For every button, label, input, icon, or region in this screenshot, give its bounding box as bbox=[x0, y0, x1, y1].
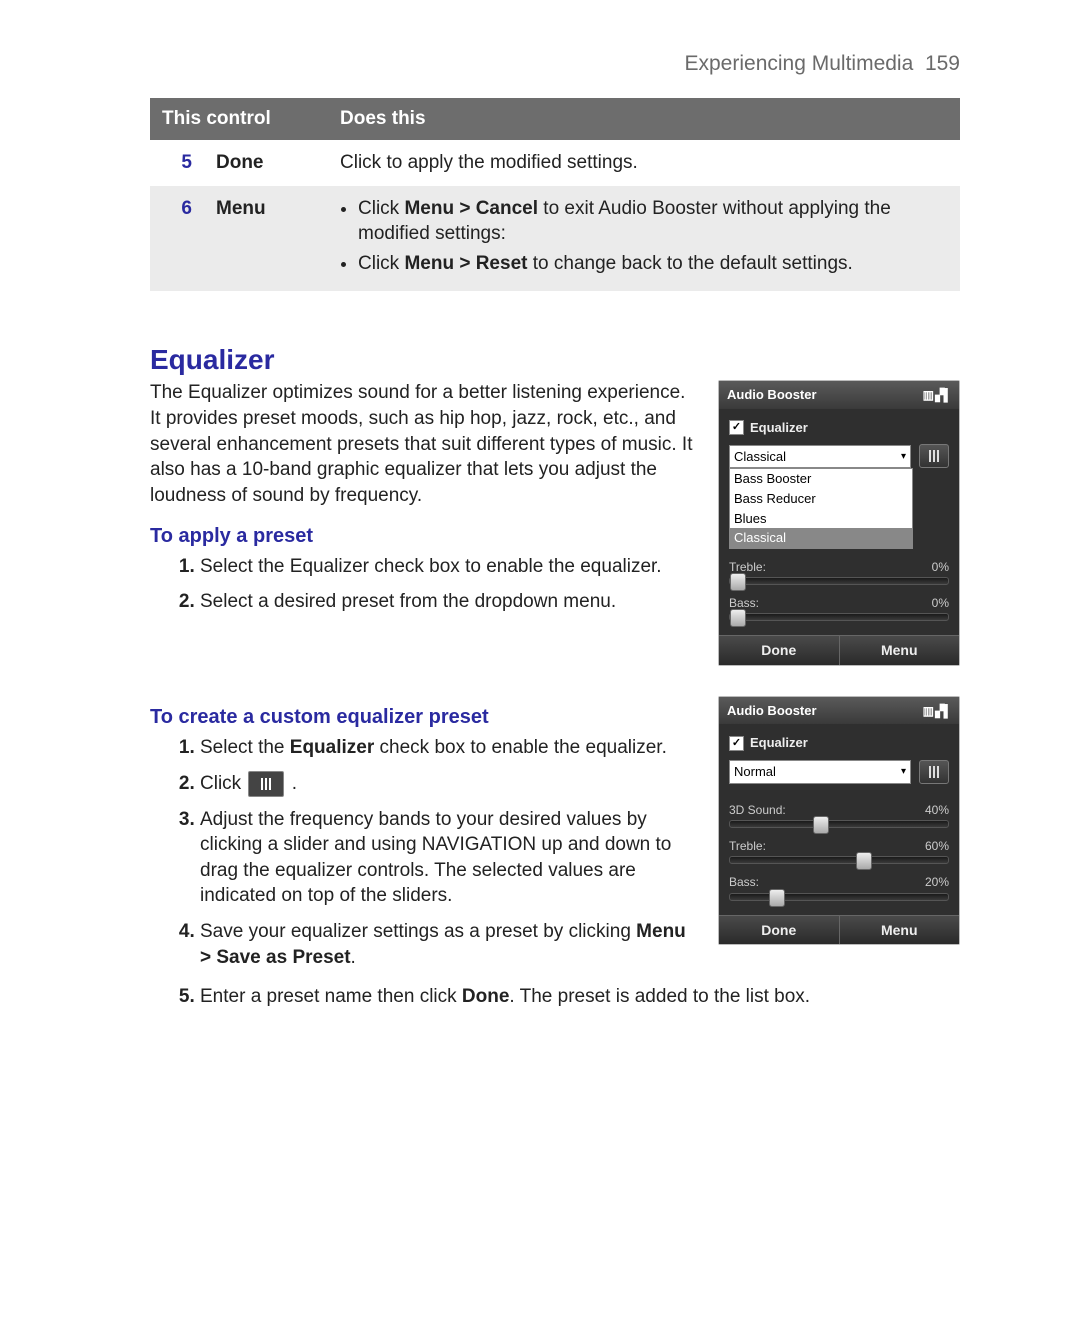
preset-option[interactable]: Bass Reducer bbox=[730, 489, 912, 509]
page-number: 159 bbox=[925, 52, 960, 75]
controls-table: This control Does this 5 Done Click to a… bbox=[150, 98, 960, 290]
row-num: 5 bbox=[150, 140, 204, 186]
preset-option-selected[interactable]: Classical bbox=[730, 528, 912, 548]
chevron-down-icon: ▾ bbox=[901, 450, 906, 464]
status-icons: ▥ ▞▌ bbox=[923, 387, 951, 403]
bass-value: 0% bbox=[932, 595, 949, 611]
step: Select a desired preset from the dropdow… bbox=[200, 589, 698, 615]
screenshot-audio-booster-sliders: Audio Booster ▥ ▞▌ ✓ Equalizer Normal ▾ bbox=[718, 696, 960, 946]
bass-label: Bass: bbox=[729, 874, 759, 890]
checkbox-label: Equalizer bbox=[750, 419, 808, 437]
bullet: Click Menu > Cancel to exit Audio Booste… bbox=[358, 196, 948, 247]
window-titlebar: Audio Booster ▥ ▞▌ bbox=[719, 697, 959, 725]
step: Enter a preset name then click Done. The… bbox=[200, 984, 960, 1010]
menu-softkey[interactable]: Menu bbox=[839, 636, 960, 665]
window-title: Audio Booster bbox=[727, 386, 817, 404]
bass-slider[interactable] bbox=[729, 613, 949, 621]
done-softkey[interactable]: Done bbox=[719, 636, 839, 665]
bullet: Click Menu > Reset to change back to the… bbox=[358, 251, 948, 277]
slider-thumb[interactable] bbox=[730, 609, 746, 627]
subtitle-apply-preset: To apply a preset bbox=[150, 523, 698, 550]
step: Select the Equalizer check box to enable… bbox=[200, 554, 698, 580]
done-softkey[interactable]: Done bbox=[719, 916, 839, 945]
preset-option[interactable]: Bass Booster bbox=[730, 469, 912, 489]
equalizer-sliders-icon bbox=[927, 450, 941, 462]
treble-value: 0% bbox=[932, 559, 949, 575]
bass-value: 20% bbox=[925, 874, 949, 890]
row-name: Menu bbox=[204, 186, 328, 291]
section-title-equalizer: Equalizer bbox=[150, 341, 960, 379]
treble-label: Treble: bbox=[729, 838, 766, 854]
sound3d-value: 40% bbox=[925, 802, 949, 818]
menu-softkey[interactable]: Menu bbox=[839, 916, 960, 945]
step: Save your equalizer settings as a preset… bbox=[200, 919, 698, 970]
equalizer-editor-button[interactable] bbox=[919, 444, 949, 468]
equalizer-intro: The Equalizer optimizes sound for a bett… bbox=[150, 380, 698, 508]
row-num: 6 bbox=[150, 186, 204, 291]
treble-slider[interactable] bbox=[729, 577, 949, 585]
page-header: Experiencing Multimedia 159 bbox=[150, 50, 960, 78]
th-does: Does this bbox=[328, 98, 960, 140]
row-desc: Click Menu > Cancel to exit Audio Booste… bbox=[328, 186, 960, 291]
preset-dropdown-list[interactable]: Bass Booster Bass Reducer Blues Classica… bbox=[729, 468, 913, 548]
window-titlebar: Audio Booster ▥ ▞▌ bbox=[719, 381, 959, 409]
bass-slider[interactable] bbox=[729, 893, 949, 901]
row-name: Done bbox=[204, 140, 328, 186]
status-icons: ▥ ▞▌ bbox=[923, 703, 951, 719]
chapter-title: Experiencing Multimedia bbox=[685, 52, 914, 75]
equalizer-checkbox[interactable]: ✓ Equalizer bbox=[729, 734, 949, 752]
sound3d-slider[interactable] bbox=[729, 820, 949, 828]
table-row: 5 Done Click to apply the modified setti… bbox=[150, 140, 960, 186]
row-desc: Click to apply the modified settings. bbox=[328, 140, 960, 186]
treble-slider[interactable] bbox=[729, 856, 949, 864]
preset-selected: Normal bbox=[734, 763, 776, 781]
table-row: 6 Menu Click Menu > Cancel to exit Audio… bbox=[150, 186, 960, 291]
custom-steps-cont: Enter a preset name then click Done. The… bbox=[150, 984, 960, 1010]
equalizer-sliders-icon bbox=[927, 766, 941, 778]
screenshot-audio-booster-presets: Audio Booster ▥ ▞▌ ✓ Equalizer Classical… bbox=[718, 380, 960, 666]
th-control: This control bbox=[150, 98, 328, 140]
treble-value: 60% bbox=[925, 838, 949, 854]
equalizer-sliders-icon bbox=[248, 771, 284, 797]
preset-dropdown[interactable]: Classical ▾ bbox=[729, 445, 911, 469]
preset-option[interactable]: Blues bbox=[730, 509, 912, 529]
sound3d-label: 3D Sound: bbox=[729, 802, 786, 818]
equalizer-checkbox[interactable]: ✓ Equalizer bbox=[729, 419, 949, 437]
checkbox-label: Equalizer bbox=[750, 734, 808, 752]
equalizer-editor-button[interactable] bbox=[919, 760, 949, 784]
step: Select the Equalizer check box to enable… bbox=[200, 735, 698, 761]
checkbox-icon: ✓ bbox=[729, 736, 744, 751]
apply-steps: Select the Equalizer check box to enable… bbox=[150, 554, 698, 615]
custom-steps: Select the Equalizer check box to enable… bbox=[150, 735, 698, 970]
chevron-down-icon: ▾ bbox=[901, 765, 906, 779]
slider-thumb[interactable] bbox=[730, 573, 746, 591]
step: Click . bbox=[200, 771, 698, 797]
window-title: Audio Booster bbox=[727, 702, 817, 720]
slider-thumb[interactable] bbox=[813, 816, 829, 834]
step: Adjust the frequency bands to your desir… bbox=[200, 807, 698, 910]
slider-thumb[interactable] bbox=[856, 852, 872, 870]
preset-selected: Classical bbox=[734, 448, 786, 466]
preset-dropdown[interactable]: Normal ▾ bbox=[729, 760, 911, 784]
subtitle-custom-preset: To create a custom equalizer preset bbox=[150, 704, 698, 731]
slider-thumb[interactable] bbox=[769, 889, 785, 907]
checkbox-icon: ✓ bbox=[729, 420, 744, 435]
